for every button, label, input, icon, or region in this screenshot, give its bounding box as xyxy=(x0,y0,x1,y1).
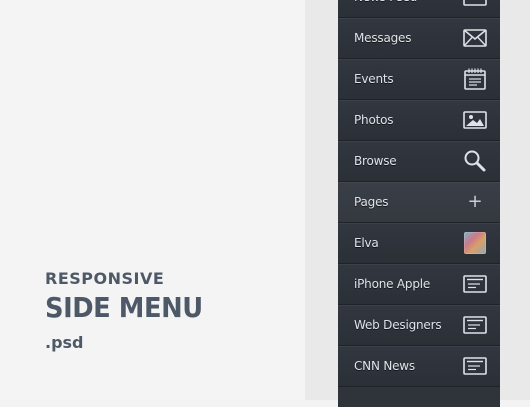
image-icon xyxy=(462,109,488,131)
news-feed-icon xyxy=(462,0,488,8)
menu-item-label: Pages xyxy=(354,195,389,209)
menu-item-label: CNN News xyxy=(354,359,415,373)
menu-item-label: Elva xyxy=(354,236,379,250)
divider-strip xyxy=(305,0,338,400)
right-strip xyxy=(500,0,530,400)
menu-item-label: Web Designers xyxy=(354,318,442,332)
search-icon xyxy=(462,150,488,172)
hero-title-block: RESPONSIVE SIDE MENU .psd xyxy=(45,270,216,352)
side-menu: News Feed Messages Events Photos Browse … xyxy=(338,0,500,407)
menu-item-news-feed[interactable]: News Feed xyxy=(338,0,500,18)
menu-item-elva[interactable]: Elva xyxy=(338,223,500,264)
menu-item-label: News Feed xyxy=(354,0,417,17)
menu-item-web-designers[interactable]: Web Designers xyxy=(338,305,500,346)
menu-item-label: Photos xyxy=(354,113,394,127)
menu-item-label: iPhone Apple xyxy=(354,277,431,291)
menu-item-messages[interactable]: Messages xyxy=(338,18,500,59)
hero-title: SIDE MENU xyxy=(45,291,203,324)
calendar-icon xyxy=(462,68,488,90)
menu-item-label: Browse xyxy=(354,154,397,168)
avatar xyxy=(462,232,488,254)
menu-item-photos[interactable]: Photos xyxy=(338,100,500,141)
menu-item-label: Events xyxy=(354,72,394,86)
hero-extension: .psd xyxy=(45,333,84,352)
page-icon xyxy=(462,355,488,377)
page-icon xyxy=(462,314,488,336)
menu-item-cnn-news[interactable]: CNN News xyxy=(338,346,500,387)
menu-item-iphone-apple[interactable]: iPhone Apple xyxy=(338,264,500,305)
menu-item-label: Messages xyxy=(354,31,412,45)
menu-item-browse[interactable]: Browse xyxy=(338,141,500,182)
plus-icon[interactable]: + xyxy=(462,191,488,213)
menu-item-pages[interactable]: Pages + xyxy=(338,182,500,223)
page-icon xyxy=(462,273,488,295)
envelope-icon xyxy=(462,27,488,49)
hero-subtitle: RESPONSIVE xyxy=(45,269,165,288)
menu-item-events[interactable]: Events xyxy=(338,59,500,100)
